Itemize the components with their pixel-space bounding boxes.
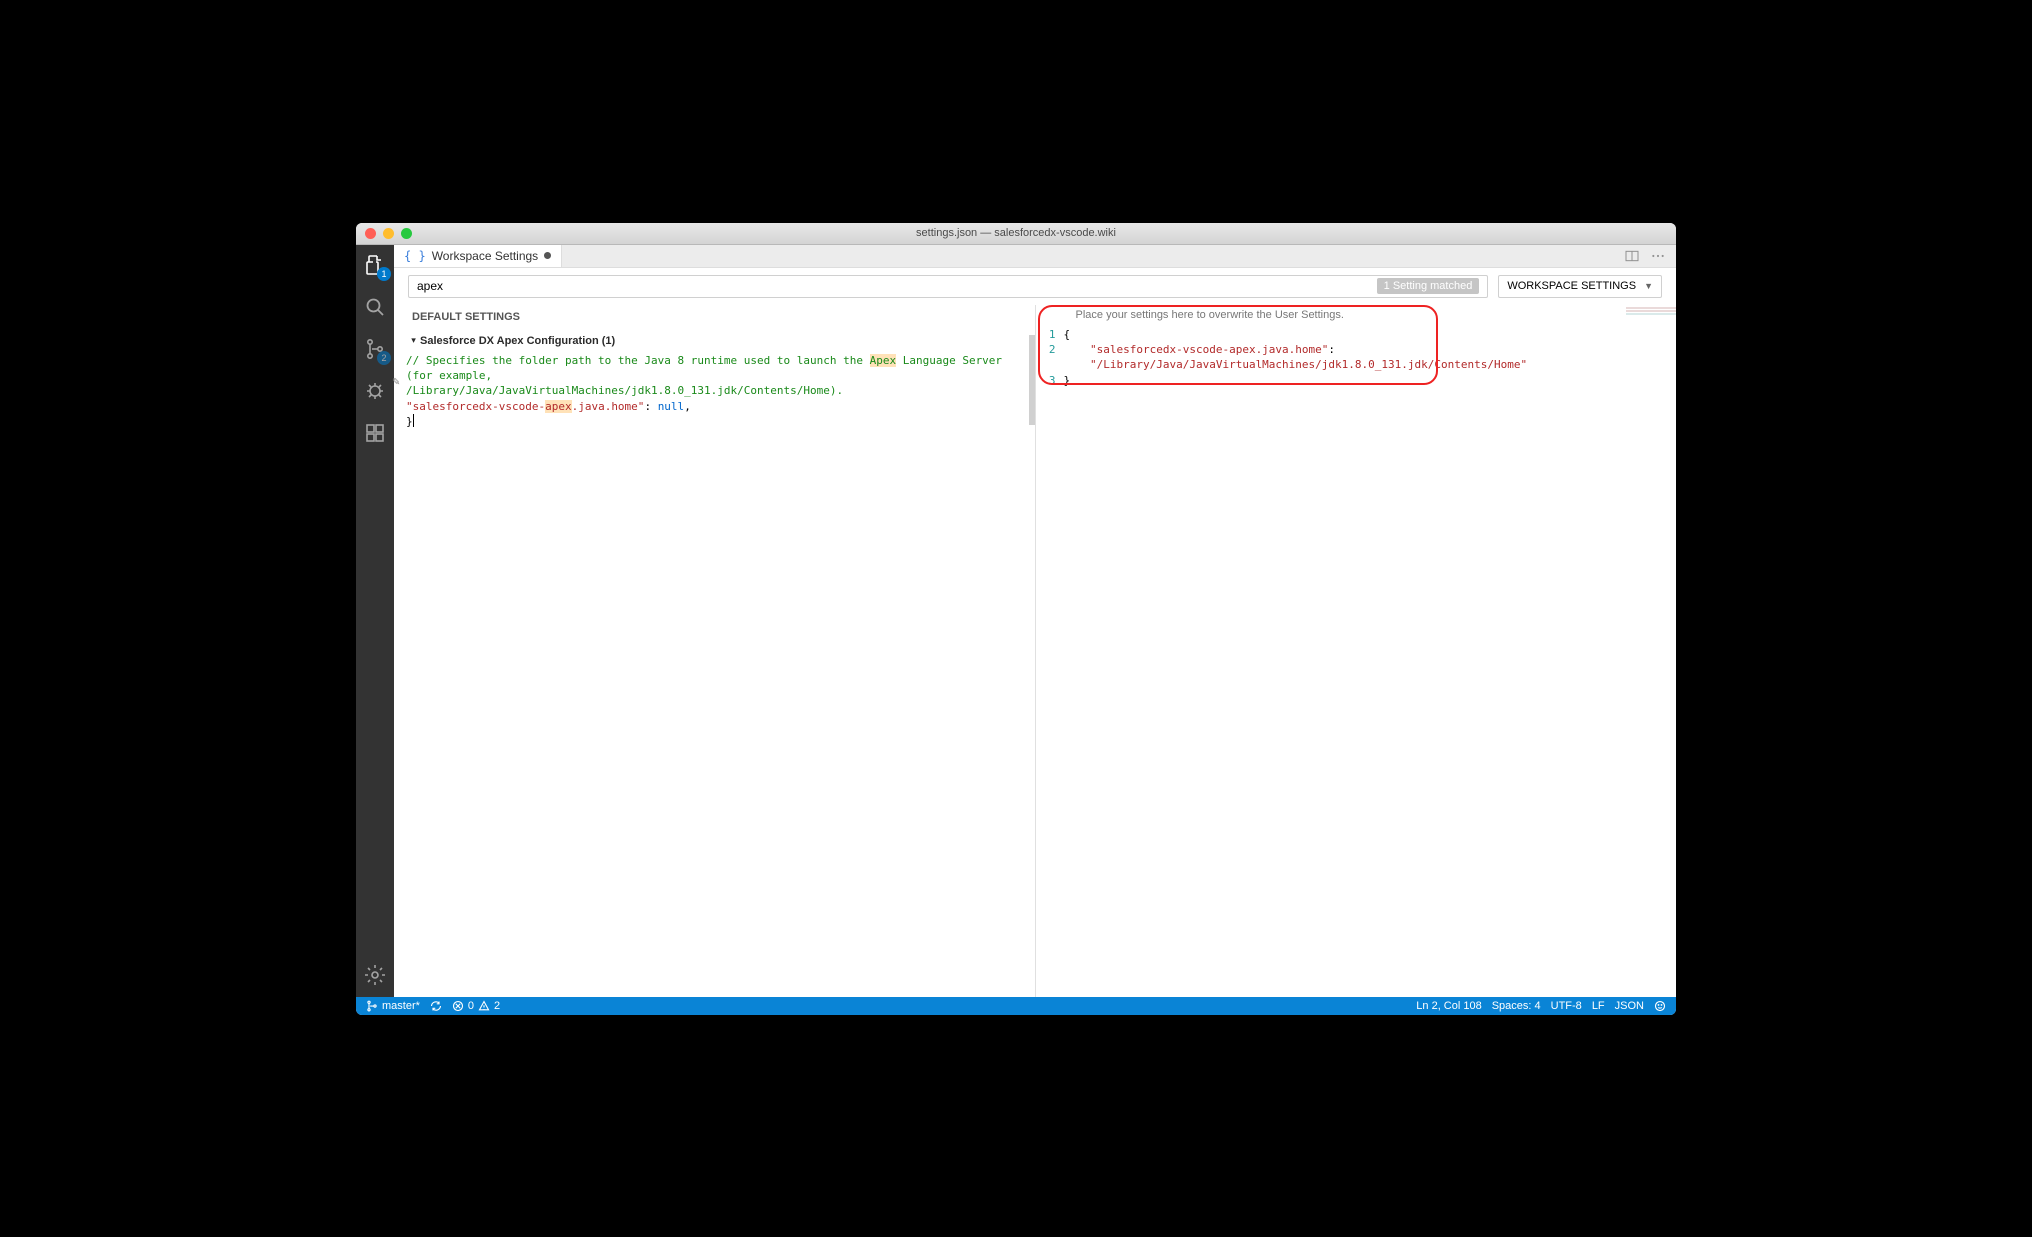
code-lines[interactable]: { "salesforcedx-vscode-apex.java.home": … [1064,327,1677,389]
tab-actions [1624,245,1676,267]
extensions-icon[interactable] [363,421,387,445]
more-actions-icon[interactable] [1650,248,1666,264]
git-branch-item[interactable]: master* [366,1000,420,1012]
dirty-indicator-icon [544,252,551,259]
default-settings-pane: DEFAULT SETTINGS Salesforce DX Apex Conf… [394,305,1036,997]
encoding-item[interactable]: UTF-8 [1551,1000,1582,1012]
scm-badge: 2 [377,351,391,365]
settings-scope-dropdown[interactable]: WORKSPACE SETTINGS ▼ [1498,275,1662,298]
window-controls [356,228,412,239]
default-settings-heading: DEFAULT SETTINGS [394,305,1035,329]
line-gutter: 1 2 3 [1036,327,1064,389]
text-cursor [413,414,414,427]
settings-hint: Place your settings here to overwrite th… [1036,305,1677,323]
minimize-window-button[interactable] [383,228,394,239]
json-icon: { } [404,249,426,263]
activity-bar: 1 2 [356,245,394,997]
debug-icon[interactable] [363,379,387,403]
cursor-position-item[interactable]: Ln 2, Col 108 [1416,1000,1481,1012]
workbench: 1 2 { } Workspac [356,245,1676,997]
window-title: settings.json — salesforcedx-vscode.wiki [356,227,1676,239]
problems-item[interactable]: 0 2 [452,1000,500,1012]
section-salesforce-apex[interactable]: Salesforce DX Apex Configuration (1) [394,329,1035,353]
minimap[interactable] [1626,307,1676,327]
scrollbar[interactable] [1029,335,1035,425]
workspace-editor[interactable]: 1 2 3 { "salesforcedx-vscode-apex.java.h… [1036,323,1677,389]
split-panes: DEFAULT SETTINGS Salesforce DX Apex Conf… [394,305,1676,997]
settings-gear-icon[interactable] [363,963,387,987]
feedback-smiley-icon[interactable] [1654,1000,1666,1012]
chevron-down-icon: ▼ [1644,281,1653,291]
status-bar: master* 0 2 Ln 2, Col 108 Spaces: 4 UTF-… [356,997,1676,1015]
explorer-badge: 1 [377,267,391,281]
app-window: settings.json — salesforcedx-vscode.wiki… [356,223,1676,1015]
match-count-pill: 1 Setting matched [1377,278,1480,294]
source-control-icon[interactable]: 2 [363,337,387,361]
tab-workspace-settings[interactable]: { } Workspace Settings [394,245,562,267]
language-mode-item[interactable]: JSON [1615,1000,1644,1012]
close-window-button[interactable] [365,228,376,239]
eol-item[interactable]: LF [1592,1000,1605,1012]
default-settings-code[interactable]: // Specifies the folder path to the Java… [394,353,1035,430]
zoom-window-button[interactable] [401,228,412,239]
titlebar: settings.json — salesforcedx-vscode.wiki [356,223,1676,245]
edit-pencil-icon[interactable]: ✎ [392,377,400,388]
editor-area: { } Workspace Settings 1 Setting matched… [394,245,1676,997]
settings-search-row: 1 Setting matched WORKSPACE SETTINGS ▼ [394,268,1676,305]
tab-label: Workspace Settings [432,249,539,263]
split-editor-icon[interactable] [1624,248,1640,264]
scope-label: WORKSPACE SETTINGS [1507,280,1636,292]
sync-item[interactable] [430,1000,442,1012]
settings-search-input[interactable]: 1 Setting matched [408,275,1488,298]
workspace-settings-pane: Place your settings here to overwrite th… [1036,305,1677,997]
search-icon[interactable] [363,295,387,319]
indent-item[interactable]: Spaces: 4 [1492,1000,1541,1012]
tab-bar: { } Workspace Settings [394,245,1676,268]
search-text[interactable] [417,279,1371,293]
explorer-icon[interactable]: 1 [363,253,387,277]
